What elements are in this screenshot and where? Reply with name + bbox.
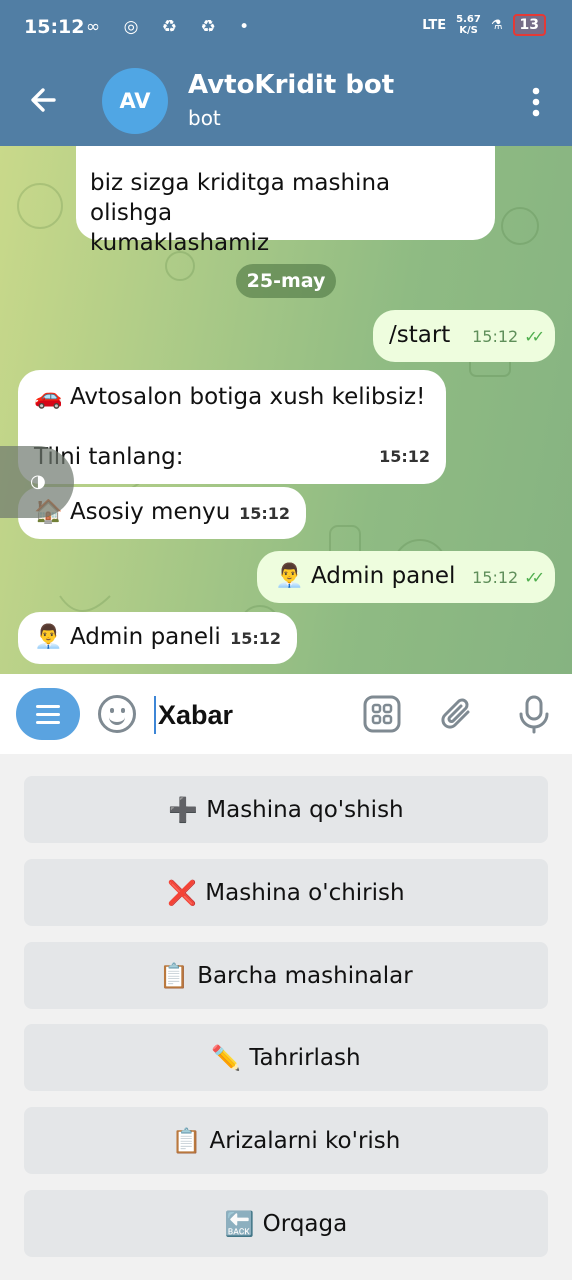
message-time: 15:12	[239, 504, 290, 523]
chat-header: AV AvtoKridit bot bot	[0, 58, 572, 146]
message-text: Admin panel	[310, 563, 456, 589]
lte-icon: LTE	[422, 17, 447, 33]
double-check-icon: ✓✓	[524, 327, 545, 346]
admin-emoji-icon: 👨‍💼	[34, 624, 63, 650]
message-meta: 15:12	[379, 442, 430, 472]
pencil-icon: ✏️	[211, 1043, 242, 1072]
message-time: 15:12	[379, 447, 430, 466]
edit-button[interactable]: ✏️ Tahrirlash	[24, 1024, 548, 1091]
message-text: Admin paneli	[69, 624, 221, 650]
message-bubble[interactable]: 👨‍💼 Admin paneli 15:12	[18, 612, 297, 664]
chat-subtitle: bot	[188, 106, 221, 130]
plus-icon: ➕	[168, 795, 199, 824]
message-text: Tilni tanlang:	[34, 444, 184, 470]
button-label: Tahrirlash	[249, 1044, 361, 1071]
message-text: Avtosalon botiga xush kelibsiz!	[69, 384, 426, 410]
message-meta: 15:12 ✓✓	[472, 322, 545, 352]
message-meta: 15:12	[230, 624, 281, 654]
status-right: LTE 5.67 K/S ⚗ 13	[422, 14, 546, 36]
message-meta: 15:12 ✓✓	[472, 563, 545, 593]
net-speed-value: 5.67	[456, 14, 481, 25]
message-text: Asosiy menyu	[69, 499, 231, 525]
double-check-icon: ✓✓	[524, 568, 545, 587]
button-label: Orqaga	[262, 1210, 348, 1237]
contrast-icon: ◑	[30, 471, 46, 492]
all-cars-button[interactable]: 📋 Barcha mashinalar	[24, 942, 548, 1009]
back-arrow-icon: 🔙	[224, 1209, 255, 1238]
message-time: 15:12	[472, 327, 519, 346]
clipboard-icon: 📋	[159, 961, 190, 990]
admin-emoji-icon: 👨‍💼	[275, 563, 304, 589]
notification-icons: ∞ ◎ ♻ ♻ •	[86, 17, 259, 37]
date-chip: 25-may	[236, 264, 336, 298]
back-button[interactable]: 🔙 Orqaga	[24, 1190, 548, 1257]
message-time: 15:12	[230, 629, 281, 648]
attach-paperclip-icon[interactable]	[438, 694, 478, 734]
view-applications-button[interactable]: 📋 Arizalarni ko'rish	[24, 1107, 548, 1174]
floating-handle[interactable]: ◑	[0, 446, 74, 518]
microphone-icon[interactable]	[514, 694, 554, 734]
add-car-button[interactable]: ➕ Mashina qo'shish	[24, 776, 548, 843]
message-bubble[interactable]: 👨‍💼 Admin panel 15:12 ✓✓	[257, 551, 555, 603]
bot-reply-keyboard: ➕ Mashina qo'shish ❌ Mashina o'chirish 📋…	[0, 754, 572, 1280]
message-text: biz sizga kriditga mashina olishga	[90, 170, 391, 226]
back-arrow-icon[interactable]	[26, 82, 62, 118]
flask-icon: ⚗	[490, 17, 503, 33]
message-meta: 15:12	[239, 499, 290, 529]
status-time: 15:12	[24, 16, 85, 38]
chat-area[interactable]: biz sizga kriditga mashina olishga kumak…	[0, 146, 572, 674]
net-speed: 5.67 K/S	[456, 14, 481, 36]
button-label: Arizalarni ko'rish	[209, 1127, 401, 1154]
button-label: Barcha mashinalar	[197, 962, 413, 989]
emoji-icon[interactable]	[98, 695, 136, 733]
message-bubble[interactable]: /start 15:12 ✓✓	[373, 310, 555, 362]
chat-title[interactable]: AvtoKridit bot	[188, 70, 394, 100]
net-speed-unit: K/S	[459, 25, 478, 36]
message-text: kumaklashamiz	[90, 230, 270, 256]
keyboard-grid-icon[interactable]	[362, 694, 402, 734]
message-text: /start	[389, 322, 451, 348]
message-input[interactable]	[154, 696, 344, 734]
cross-icon: ❌	[167, 878, 198, 907]
clipboard-icon: 📋	[171, 1126, 202, 1155]
button-label: Mashina qo'shish	[206, 796, 404, 823]
message-bubble[interactable]: biz sizga kriditga mashina olishga kumak…	[76, 146, 495, 256]
message-time: 15:12	[472, 568, 519, 587]
bot-menu-button[interactable]	[16, 688, 80, 740]
status-bar: 15:12 ∞ ◎ ♻ ♻ • LTE 5.67 K/S ⚗ 13	[0, 0, 572, 58]
car-emoji-icon: 🚗	[34, 384, 63, 410]
message-input-bar	[0, 674, 572, 754]
delete-car-button[interactable]: ❌ Mashina o'chirish	[24, 859, 548, 926]
message-text-row: 🚗 Avtosalon botiga xush kelibsiz!	[34, 382, 430, 412]
message-bubble[interactable]: 🚗 Avtosalon botiga xush kelibsiz! Tilni …	[18, 370, 446, 484]
battery-icon: 13	[512, 14, 546, 36]
more-vertical-icon[interactable]	[524, 84, 548, 120]
button-label: Mashina o'chirish	[205, 879, 405, 906]
avatar[interactable]: AV	[102, 68, 168, 134]
